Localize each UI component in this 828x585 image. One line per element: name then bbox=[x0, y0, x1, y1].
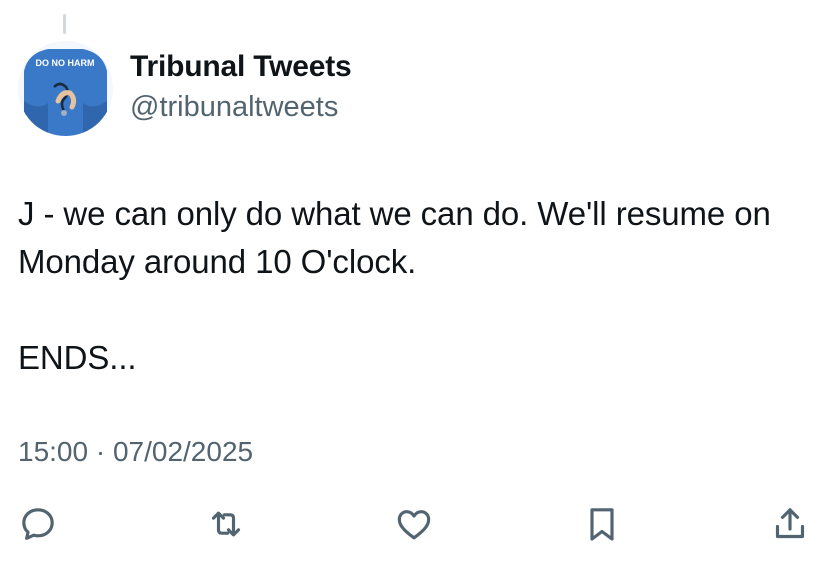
retweet-button[interactable] bbox=[204, 502, 248, 546]
author-display-name[interactable]: Tribunal Tweets bbox=[130, 50, 352, 84]
reply-icon bbox=[22, 508, 54, 540]
avatar[interactable]: DO NO HARM bbox=[18, 41, 113, 136]
avatar-image: DO NO HARM bbox=[18, 41, 113, 136]
avatar-text: DO NO HARM bbox=[36, 58, 95, 68]
tweet-timestamp[interactable]: 15:00 · 07/02/2025 bbox=[18, 436, 253, 468]
bookmark-icon bbox=[590, 508, 614, 541]
heart-icon bbox=[397, 510, 431, 540]
share-icon bbox=[775, 508, 805, 539]
tweet-text: J - we can only do what we can do. We'll… bbox=[18, 195, 771, 376]
like-button[interactable] bbox=[392, 502, 436, 546]
bookmark-button[interactable] bbox=[580, 502, 624, 546]
share-button[interactable] bbox=[768, 502, 812, 546]
reply-button[interactable] bbox=[16, 502, 60, 546]
retweet-icon bbox=[211, 511, 241, 537]
thread-connector-line bbox=[63, 14, 66, 34]
author-handle[interactable]: @tribunaltweets bbox=[130, 91, 338, 124]
